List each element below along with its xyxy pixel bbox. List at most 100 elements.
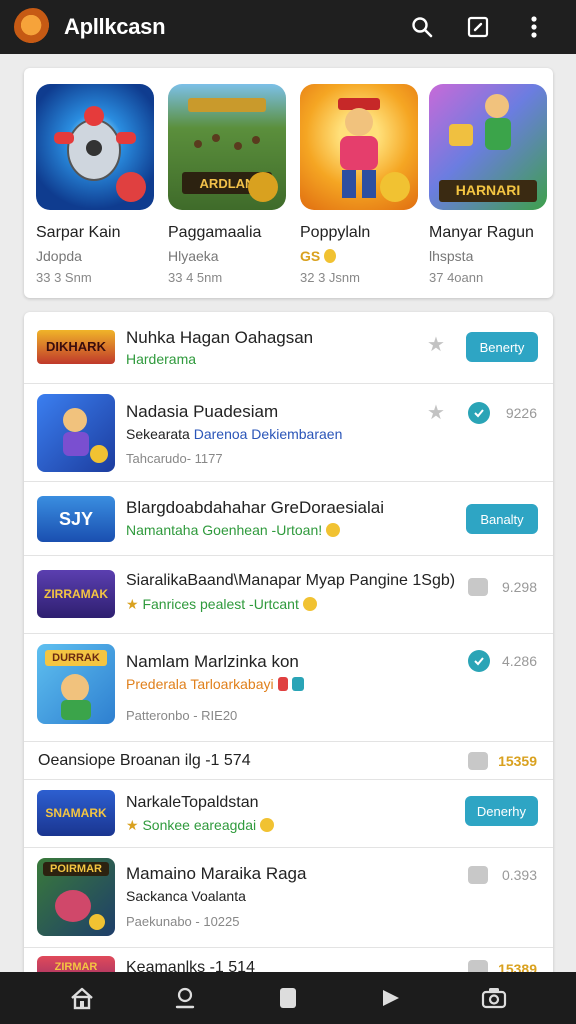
- featured-name: Sarpar Kain: [36, 224, 121, 241]
- home-icon[interactable]: [60, 976, 104, 1020]
- red-badge-icon: [277, 677, 288, 691]
- coin-badge: [248, 172, 278, 202]
- app-value: 4.286: [501, 653, 537, 669]
- list-item[interactable]: DURRAK Namlam Marlzinka kon Prederala Ta…: [24, 634, 553, 742]
- thumbnail-wordmark: SNAMARK: [45, 806, 107, 820]
- app-meta: Tahcarudo- 1177: [126, 451, 223, 466]
- app-thumbnail: DIKHARK: [37, 330, 115, 364]
- app-thumbnail: ZIRRAMAK: [37, 570, 115, 618]
- app-meta: Patteronbo - RIE20: [126, 708, 238, 723]
- bookmark-icon[interactable]: [468, 866, 488, 884]
- featured-name: Paggamaalia: [168, 224, 262, 241]
- app-title: Nadasia Puadesiam: [126, 402, 279, 421]
- app-title: SiaralikaBaand\Manapar Myap Pangine 1Sgb…: [126, 572, 456, 589]
- subtitle-text: Namantaha Goenhean -Urtoan!: [126, 522, 323, 538]
- subtitle-part: Sekearata: [126, 426, 190, 442]
- featured-subtitle: GS: [300, 248, 422, 264]
- content-area: Sarpar Kain Jdopda 33 3 Snm ARDLAN Pagga…: [0, 54, 576, 972]
- bookmark-icon[interactable]: [468, 752, 488, 770]
- app-value: 15359: [498, 753, 537, 769]
- featured-item[interactable]: HARNARI Manyar Ragun lhspsta 37 4oann: [429, 84, 551, 285]
- emoji-icon: [302, 597, 317, 611]
- star-icon[interactable]: ★: [427, 332, 445, 357]
- app-title: Nuhka Hagan Oahagsan: [126, 328, 314, 347]
- play-icon[interactable]: [369, 976, 413, 1020]
- list-item[interactable]: DIKHARK Nuhka Hagan Oahagsan Harderama ★…: [24, 312, 553, 384]
- app-thumbnail: DURRAK: [37, 644, 115, 724]
- app-meta: Paekunabo - 10225: [126, 914, 240, 929]
- library-icon[interactable]: [266, 976, 310, 1020]
- emoji-icon: [326, 523, 341, 537]
- featured-item[interactable]: Poppylaln GS 32 3 Jsnm: [300, 84, 422, 285]
- app-subtitle: Sekearata Darenoa Dekiembaraen: [126, 426, 342, 442]
- featured-item[interactable]: Sarpar Kain Jdopda 33 3 Snm: [36, 84, 158, 285]
- camera-icon[interactable]: [472, 976, 516, 1020]
- bookmark-icon[interactable]: [468, 960, 488, 972]
- list-item[interactable]: POIRMAR Mamaino Maraika Raga Sackanca Vo…: [24, 848, 553, 948]
- featured-thumbnail: ARDLAN: [168, 84, 286, 210]
- app-bar: Apllkcasn: [0, 0, 576, 54]
- thumbnail-wordmark: DURRAK: [52, 652, 100, 664]
- shield-icon: [291, 677, 304, 691]
- app-title: Blargdoabdahahar GreDoraesialai: [126, 498, 384, 517]
- list-item[interactable]: Oeansiope Broanan ilg -1 574 15359: [24, 742, 553, 780]
- app-title: Mamaino Maraika Raga: [126, 864, 307, 883]
- thumbnail-wordmark: POIRMAR: [50, 863, 102, 875]
- character-art: [63, 408, 108, 463]
- app-value: 15389: [498, 961, 537, 972]
- subtitle-link[interactable]: Darenoa Dekiembaraen: [194, 426, 343, 442]
- app-value: 0.393: [501, 867, 537, 883]
- featured-thumbnail: [300, 84, 418, 210]
- app-thumbnail: SNAMARK: [37, 790, 115, 836]
- app-title: Oeansiope Broanan ilg -1 574: [38, 752, 251, 769]
- featured-thumbnail: [36, 84, 154, 210]
- app-subtitle: Harderama: [126, 351, 197, 367]
- list-item[interactable]: SJY Blargdoabdahahar GreDoraesialai Nama…: [24, 482, 553, 556]
- search-icon[interactable]: [394, 0, 450, 54]
- thumbnail-wordmark: DIKHARK: [46, 339, 106, 354]
- app-list: DIKHARK Nuhka Hagan Oahagsan Harderama ★…: [24, 312, 553, 972]
- star-icon[interactable]: ★: [427, 400, 445, 425]
- featured-carousel: Sarpar Kain Jdopda 33 3 Snm ARDLAN Pagga…: [24, 68, 553, 298]
- action-button[interactable]: Benerty: [466, 332, 538, 362]
- list-item[interactable]: SNAMARK NarkaleTopaldstan ★ Sonkee earea…: [24, 780, 553, 848]
- list-item[interactable]: Nadasia Puadesiam Sekearata Darenoa Deki…: [24, 384, 553, 482]
- app-title: Apllkcasn: [64, 14, 166, 39]
- app-title: Namlam Marlzinka kon: [126, 652, 299, 671]
- trend-badge: [116, 172, 146, 202]
- app-logo: [14, 8, 52, 46]
- featured-subtitle-text: GS: [300, 248, 321, 264]
- app-subtitle: Sackanca Voalanta: [126, 888, 246, 904]
- subtitle-text: Fanrices pealest -Urtcant: [142, 596, 299, 612]
- featured-meta: 33 3 Snm: [36, 270, 92, 285]
- bottom-nav: [0, 972, 576, 1024]
- coin-icon: [324, 249, 337, 263]
- star-icon: ★: [126, 596, 143, 612]
- check-icon[interactable]: [468, 650, 490, 672]
- action-button[interactable]: Denerhy: [464, 796, 538, 826]
- star-icon: ★: [126, 817, 143, 833]
- featured-subtitle: lhspsta: [429, 248, 474, 264]
- list-item[interactable]: ZIRMAR Keamanlks -1 514 15389: [24, 948, 553, 972]
- featured-meta: 33 4 5nm: [168, 270, 223, 285]
- emoji-icon: [260, 818, 275, 832]
- app-title: NarkaleTopaldstan: [126, 794, 259, 811]
- profile-icon[interactable]: [163, 976, 207, 1020]
- bookmark-icon[interactable]: [468, 578, 488, 596]
- app-thumbnail: ZIRMAR: [37, 956, 115, 972]
- check-icon[interactable]: [468, 402, 490, 424]
- list-item[interactable]: ZIRRAMAK SiaralikaBaand\Manapar Myap Pan…: [24, 556, 553, 634]
- thumbnail-wordmark: SJY: [58, 509, 94, 529]
- featured-subtitle: Hlyaeka: [168, 248, 219, 264]
- thumbnail-wordmark: ZIRRAMAK: [44, 587, 108, 601]
- app-thumbnail: [37, 394, 115, 472]
- thumbnail-wordmark: ZIRMAR: [54, 961, 98, 972]
- featured-name: Manyar Ragun: [429, 224, 534, 241]
- app-subtitle: Prederala Tarloarkabayi: [126, 676, 304, 692]
- subtitle-text: Sonkee eareagdai: [142, 817, 257, 833]
- app-thumbnail: POIRMAR: [37, 858, 115, 936]
- edit-icon[interactable]: [450, 0, 506, 54]
- more-vert-icon[interactable]: [506, 0, 562, 54]
- action-button[interactable]: Banalty: [466, 504, 538, 534]
- featured-item[interactable]: ARDLAN Paggamaalia Hlyaeka 33 4 5nm: [168, 84, 290, 285]
